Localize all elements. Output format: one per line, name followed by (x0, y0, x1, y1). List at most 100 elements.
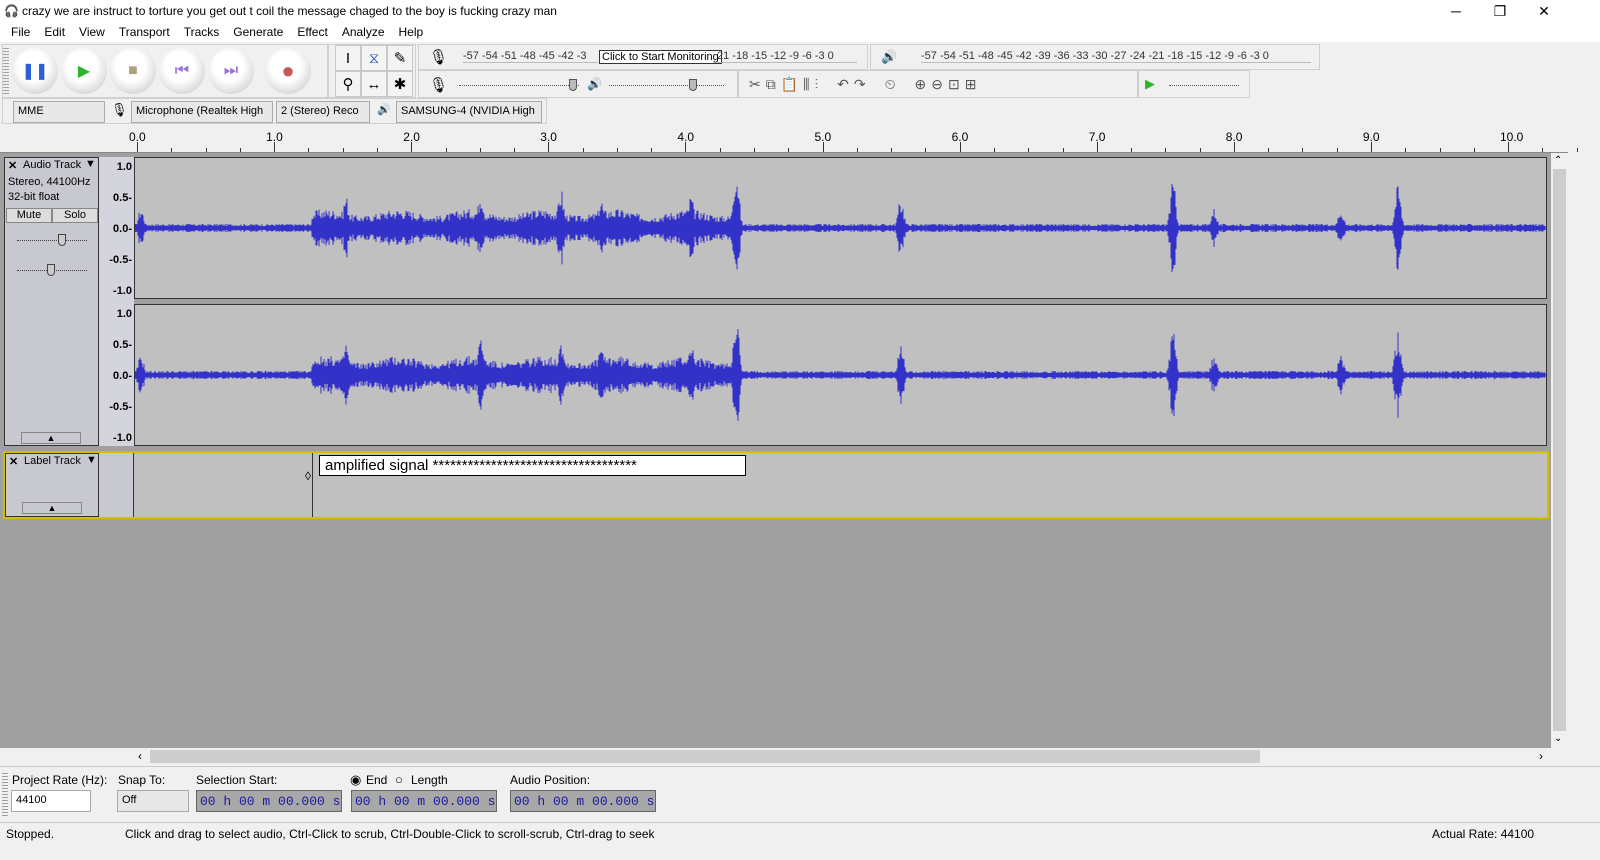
playback-device-select[interactable]: SAMSUNG-4 (NVIDIA High (396, 101, 542, 123)
selection-end-clock[interactable]: 00 h 00 m 00.000 s (351, 790, 497, 812)
skip-start-icon: ⏮ (174, 62, 190, 79)
menu-analyze[interactable]: Analyze (335, 22, 392, 42)
close-button[interactable]: ✕ (1522, 0, 1566, 22)
timeline-ruler[interactable]: 0.0 1.0 2.0 3.0 4.0 5.0 6.0 7.0 8.0 9.0 10.0 (0, 126, 1578, 153)
microphone-icon: 🎙 (429, 49, 449, 66)
skip-to-end-button[interactable]: ⏭ (208, 48, 254, 94)
record-meter-scale[interactable]: -57 -54 -51 -48 -45 -42 -3 (463, 50, 598, 63)
close-track-icon[interactable]: ✕ (9, 455, 18, 468)
speed-slider[interactable] (1169, 85, 1239, 86)
skip-end-icon: ⏭ (223, 62, 239, 79)
copy-icon[interactable]: ⧉ (766, 76, 776, 93)
track-area: ✕ Audio Track ▼ Stereo, 44100Hz 32-bit f… (0, 153, 1551, 748)
minimize-button[interactable]: ─ (1434, 0, 1478, 22)
audio-host-select[interactable]: MME (13, 101, 105, 123)
ruler-tick (685, 142, 687, 152)
ruler-tick (1302, 148, 1304, 152)
monitoring-tooltip[interactable]: Click to Start Monitoring (599, 50, 722, 64)
vertical-scrollbar[interactable]: ⌃ ⌄ (1551, 153, 1568, 748)
horizontal-scroll-thumb[interactable] (150, 750, 1260, 763)
recording-channels-select[interactable]: 2 (Stereo) Reco (276, 101, 370, 123)
menu-view[interactable]: View (72, 22, 112, 42)
redo-icon[interactable]: ↷ (854, 76, 866, 93)
audio-position-clock[interactable]: 00 h 00 m 00.000 s (510, 790, 656, 812)
collapse-track-button[interactable]: ▲ (21, 432, 81, 444)
track-menu-dropdown-icon[interactable]: ▼ (85, 158, 96, 170)
zoom-out-icon[interactable]: ⊖ (931, 76, 943, 93)
play-at-speed-toolbar: ▶ (1138, 70, 1250, 98)
stop-button[interactable]: ■ (110, 48, 156, 94)
play-at-speed-icon[interactable]: ▶ (1145, 76, 1155, 92)
pause-button[interactable]: ❚❚ (12, 48, 58, 94)
play-button[interactable]: ▶ (61, 48, 107, 94)
record-meter-toolbar: 🎙 -57 -54 -51 -48 -45 -42 -3 Click to St… (418, 44, 868, 70)
sync-lock-icon[interactable]: ⏲ (885, 76, 896, 93)
zoom-tool[interactable]: ⚲ (335, 71, 361, 97)
undo-icon[interactable]: ↶ (837, 76, 849, 93)
gain-slider[interactable] (17, 240, 87, 241)
skip-to-start-button[interactable]: ⏮ (159, 48, 205, 94)
time-shift-tool[interactable]: ↔ (361, 71, 387, 97)
selection-tool[interactable]: I (335, 45, 361, 71)
waveform-channel-left[interactable] (134, 157, 1547, 299)
cut-icon[interactable]: ✂ (749, 76, 761, 93)
record-meter-scale-tail[interactable]: 21 -18 -15 -12 -9 -6 -3 0 (717, 50, 857, 63)
menu-edit[interactable]: Edit (37, 22, 72, 42)
multi-tool[interactable]: ✱ (387, 71, 413, 97)
playback-meter-scale[interactable]: -57 -54 -51 -48 -45 -42 -39 -36 -33 -30 … (921, 50, 1311, 63)
menu-transport[interactable]: Transport (112, 22, 177, 42)
selection-start-clock[interactable]: 00 h 00 m 00.000 s (196, 790, 342, 812)
label-track-name-menu[interactable]: Label Track (24, 455, 81, 467)
silence-icon[interactable]: ⫶ (815, 76, 819, 93)
label-text-box[interactable]: amplified signal ***********************… (319, 455, 746, 476)
playback-volume-slider[interactable] (609, 85, 724, 86)
device-toolbar: MME 🎙 Microphone (Realtek High 2 (Stereo… (2, 98, 547, 124)
collapse-track-button[interactable]: ▲ (22, 502, 82, 514)
mute-button[interactable]: Mute (6, 208, 52, 223)
restore-button[interactable]: ❐ (1478, 0, 1522, 22)
waveform-channel-right[interactable] (134, 304, 1547, 446)
play-icon: ▶ (77, 63, 91, 80)
gain-thumb[interactable] (58, 234, 66, 246)
trim-icon[interactable]: ⫼ (803, 76, 809, 93)
ruler-tick (1576, 148, 1578, 152)
recording-device-select[interactable]: Microphone (Realtek High (131, 101, 273, 123)
amplitude-scale-label: -1.0 (113, 432, 132, 444)
label-track-control-panel: ✕ Label Track ▼ ▲ (5, 453, 99, 517)
track-name-menu[interactable]: Audio Track (23, 159, 81, 171)
playback-volume-thumb[interactable] (689, 79, 697, 91)
ruler-tick (1233, 142, 1235, 152)
snap-to-select[interactable]: Off (117, 790, 189, 812)
ruler-tick (1439, 148, 1441, 152)
menu-generate[interactable]: Generate (226, 22, 290, 42)
scroll-right-icon[interactable]: › (1539, 749, 1543, 763)
zoom-in-icon[interactable]: ⊕ (915, 76, 927, 93)
label-handle-icon[interactable]: ◊ (305, 469, 311, 483)
recording-volume-thumb[interactable] (569, 79, 577, 91)
menu-tracks[interactable]: Tracks (177, 22, 227, 42)
scroll-up-icon[interactable]: ⌃ (1554, 155, 1562, 166)
fit-project-icon[interactable]: ⊞ (965, 76, 977, 93)
track-menu-dropdown-icon[interactable]: ▼ (86, 454, 97, 466)
menu-file[interactable]: File (4, 22, 37, 42)
end-radio[interactable]: ◉ (350, 772, 361, 788)
vertical-scroll-thumb[interactable] (1553, 169, 1566, 731)
recording-volume-slider[interactable] (459, 85, 579, 86)
menu-effect[interactable]: Effect (290, 22, 334, 42)
length-radio[interactable]: ○ (395, 772, 403, 787)
record-button[interactable]: ● (265, 48, 311, 94)
project-rate-select[interactable]: 44100 (11, 790, 91, 812)
scroll-left-icon[interactable]: ‹ (138, 749, 142, 763)
fit-selection-icon[interactable]: ⊡ (948, 76, 960, 93)
close-track-icon[interactable]: ✕ (8, 159, 17, 172)
ruler-tick (1165, 148, 1167, 152)
paste-icon[interactable]: 📋 (781, 76, 798, 93)
scroll-down-icon[interactable]: ⌄ (1554, 733, 1562, 744)
pan-thumb[interactable] (47, 264, 55, 276)
draw-tool[interactable]: ✎ (387, 45, 413, 71)
solo-button[interactable]: Solo (52, 208, 98, 223)
horizontal-scrollbar[interactable]: ‹ › (134, 748, 1551, 765)
menu-help[interactable]: Help (392, 22, 431, 42)
status-hint: Click and drag to select audio, Ctrl-Cli… (125, 827, 655, 841)
envelope-tool[interactable]: ⧖ (361, 45, 387, 71)
